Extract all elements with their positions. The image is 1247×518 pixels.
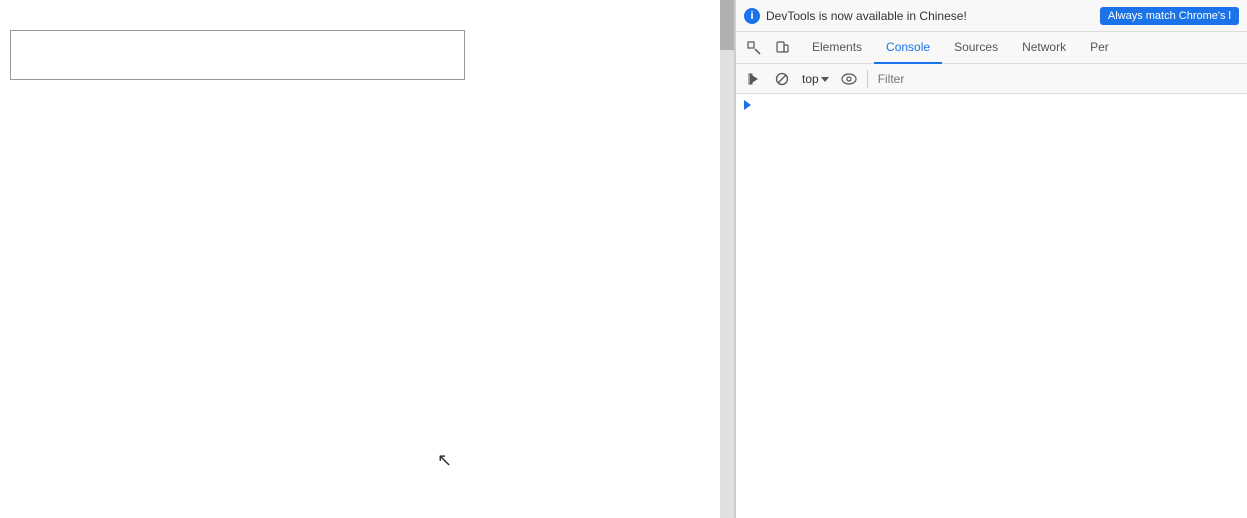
match-chrome-button[interactable]: Always match Chrome's l [1100,7,1239,25]
console-toolbar: top [736,64,1247,94]
devtools-tab-list: Elements Console Sources Network Per [800,32,1121,63]
tab-elements[interactable]: Elements [800,32,874,64]
devtools-panel: i DevTools is now available in Chinese! … [735,0,1247,518]
toolbar-divider [867,70,868,88]
tab-sources[interactable]: Sources [942,32,1010,64]
tab-network[interactable]: Network [1010,32,1078,64]
console-output[interactable] [736,94,1247,518]
chevron-down-icon [821,75,829,83]
console-chevron-icon [744,100,751,110]
info-icon: i [744,8,760,24]
scrollbar-thumb[interactable] [720,0,734,50]
devtools-tabs-bar: Elements Console Sources Network Per [736,32,1247,64]
notification-text: DevTools is now available in Chinese! [766,9,1094,23]
browser-page: ↖ [0,0,735,518]
context-selector[interactable]: top [798,70,833,88]
tab-console[interactable]: Console [874,32,942,64]
clear-console-button[interactable] [770,67,794,91]
filter-input[interactable] [874,70,1241,88]
page-input[interactable] [10,30,465,80]
devtools-notification-bar: i DevTools is now available in Chinese! … [736,0,1247,32]
context-label: top [802,72,819,86]
inspect-element-button[interactable] [740,34,768,62]
eye-button[interactable] [837,67,861,91]
tab-per[interactable]: Per [1078,32,1121,64]
device-toggle-button[interactable] [768,34,796,62]
page-scrollbar[interactable] [720,0,734,518]
cursor-indicator: ↖ [437,450,452,471]
play-button[interactable] [742,67,766,91]
console-prompt-line[interactable] [744,100,1239,110]
